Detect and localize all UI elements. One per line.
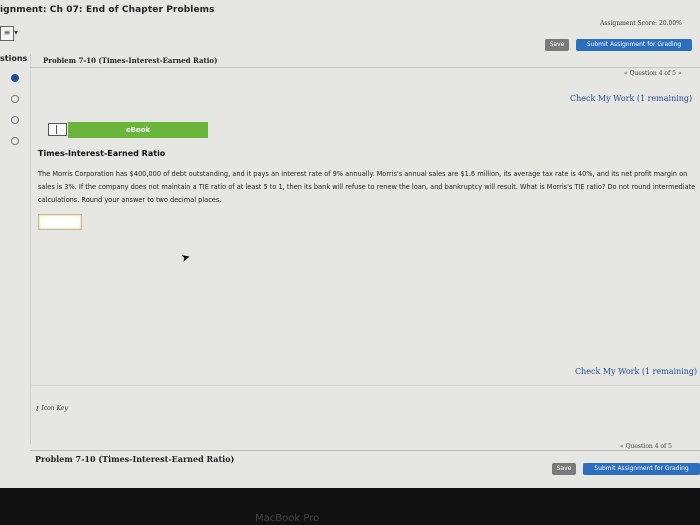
answer-input[interactable] <box>38 214 82 230</box>
submit-assignment-button-bottom[interactable]: Submit Assignment for Grading <box>583 463 700 475</box>
question-3-indicator[interactable] <box>11 116 19 124</box>
question-text: The Morris Corporation has $400,000 of d… <box>38 170 696 204</box>
check-my-work-link-bottom[interactable]: Check My Work (1 remaining) <box>575 367 697 376</box>
assignment-title: ignment: Ch 07: End of Chapter Problems <box>0 5 215 15</box>
question-navigation[interactable]: « Question 4 of 5 » <box>624 70 682 77</box>
problem-title-footer: Problem 7-10 (Times-Interest-Earned Rati… <box>35 454 235 464</box>
mouse-cursor-icon: ➤ <box>179 250 192 265</box>
header-divider <box>30 67 700 68</box>
questions-header: stions <box>0 54 28 63</box>
assignment-score: Assignment Score: 20.00% <box>600 20 682 27</box>
book-icon[interactable] <box>48 123 67 136</box>
question-navigation-bottom[interactable]: « Question 4 of 5 <box>620 443 672 450</box>
content-divider <box>30 385 700 386</box>
submit-assignment-button[interactable]: Submit Assignment for Grading <box>576 39 692 51</box>
icon-key-label: Icon Key <box>41 405 68 412</box>
check-my-work-link[interactable]: Check My Work (1 remaining) <box>570 94 692 103</box>
chevron-down-icon[interactable]: ▾ <box>14 28 18 37</box>
bezel-label: MacBook Pro <box>255 513 320 524</box>
question-2-indicator[interactable] <box>11 95 19 103</box>
list-icon[interactable]: ≡ <box>0 26 14 41</box>
laptop-bezel <box>0 488 700 525</box>
question-title: Times-Interest-Earned Ratio <box>38 149 166 158</box>
save-button[interactable]: Save <box>545 39 569 51</box>
question-4-indicator[interactable] <box>11 137 19 145</box>
browser-screen: ignment: Ch 07: End of Chapter Problems … <box>0 0 700 488</box>
footer-divider <box>30 450 700 451</box>
save-button-bottom[interactable]: Save <box>552 463 576 475</box>
question-1-indicator[interactable] <box>11 74 19 82</box>
ebook-button[interactable]: eBook <box>68 122 208 138</box>
key-icon: ⚷ <box>35 405 40 412</box>
icon-key-link[interactable]: ⚷ Icon Key <box>35 405 68 412</box>
question-sidebar <box>0 54 31 444</box>
problem-title: Problem 7-10 (Times-Interest-Earned Rati… <box>43 56 218 65</box>
